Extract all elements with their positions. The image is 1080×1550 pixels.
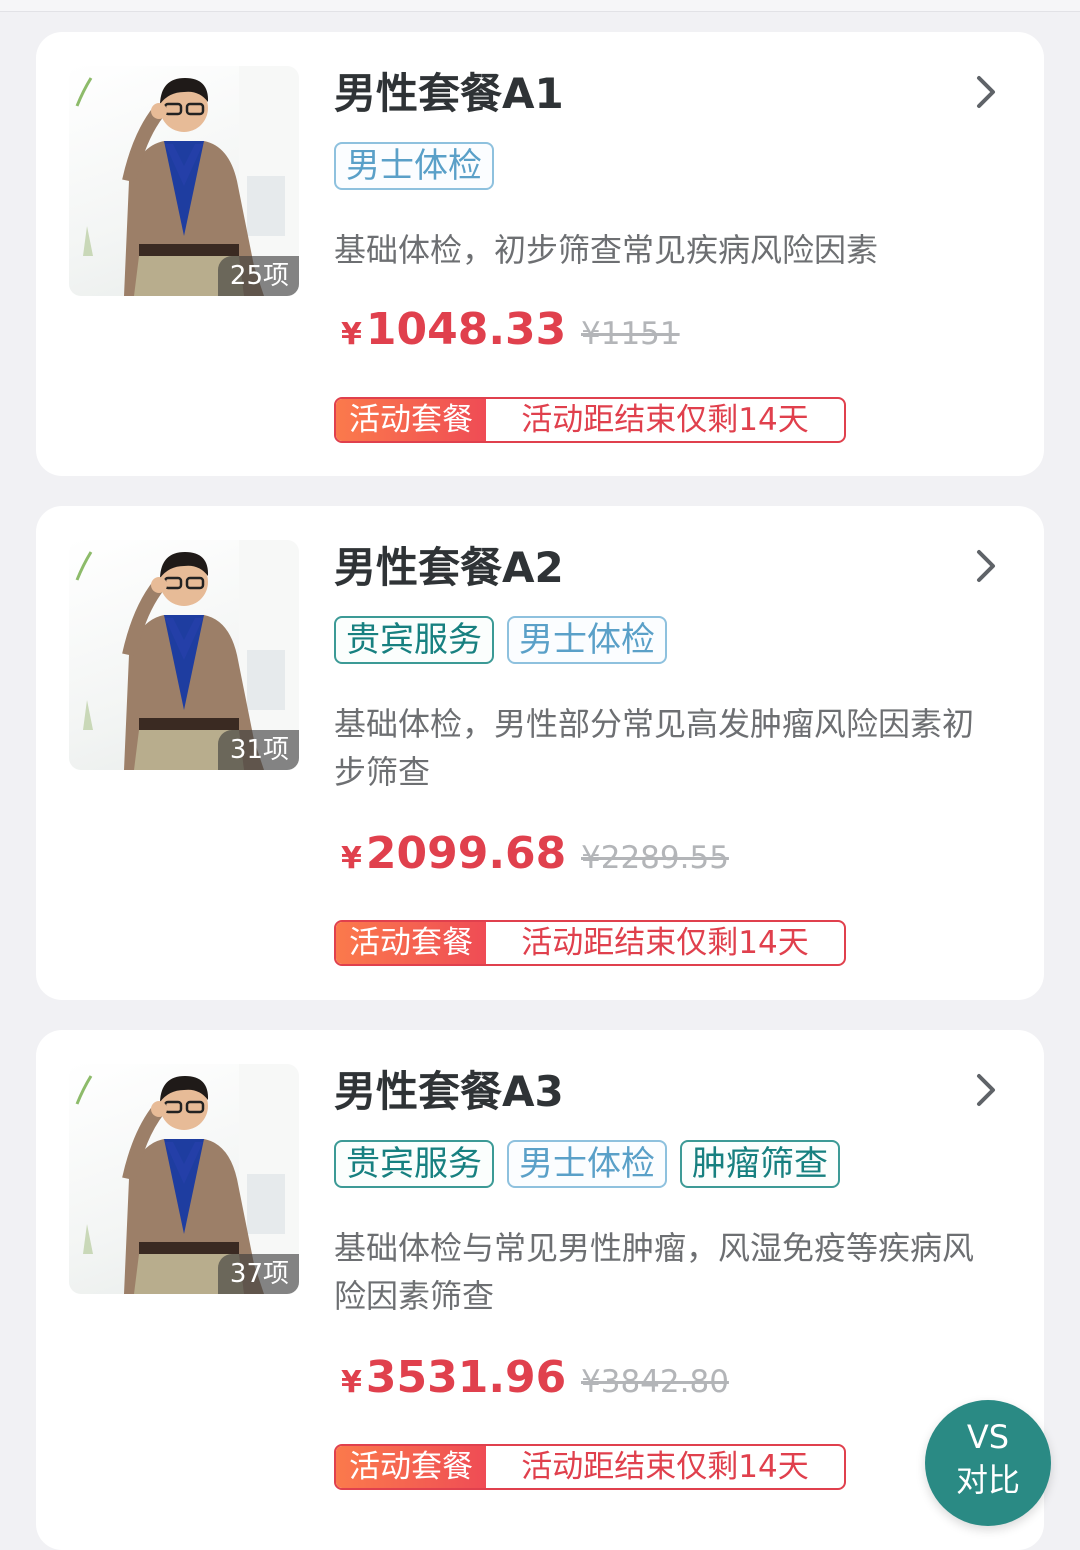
package-card[interactable]: 37项 男性套餐A3 贵宾服务 男士体检 肿瘤筛查 基础体检与常见男性肿瘤，风湿…: [36, 1030, 1044, 1550]
package-description: 基础体检与常见男性肿瘤，风湿免疫等疾病风险因素筛查: [334, 1229, 975, 1315]
top-divider: [0, 0, 1080, 12]
promo-countdown: 活动距结束仅剩14天: [521, 1449, 809, 1485]
original-price: ¥2289.55: [581, 840, 729, 876]
currency-symbol: ¥: [341, 841, 362, 876]
currency-symbol: ¥: [341, 317, 362, 352]
promo-label: 活动套餐: [336, 399, 486, 441]
current-price: ¥1048.33: [341, 304, 566, 355]
package-title[interactable]: 男性套餐A2: [334, 540, 564, 596]
price-amount: 2099.68: [365, 828, 567, 879]
package-title[interactable]: 男性套餐A3: [334, 1064, 564, 1120]
tag-mens-checkup: 男士体检: [507, 616, 667, 664]
package-image: 31项: [69, 540, 299, 770]
tag-tumor-screening: 肿瘤筛查: [680, 1140, 840, 1188]
promo-countdown: 活动距结束仅剩14天: [521, 402, 809, 438]
promo-banner: 活动套餐 活动距结束仅剩14天: [334, 397, 846, 443]
package-card[interactable]: 25项 男性套餐A1 男士体检 基础体检，初步筛查常见疾病风险因素 ¥1048.…: [36, 32, 1044, 476]
package-image: 37项: [69, 1064, 299, 1294]
tag-vip-service: 贵宾服务: [334, 1140, 494, 1188]
current-price: ¥2099.68: [341, 828, 566, 879]
tag-vip-service: 贵宾服务: [334, 616, 494, 664]
compare-vs-label: VS: [966, 1418, 1010, 1456]
original-price: ¥1151: [581, 316, 680, 352]
promo-countdown: 活动距结束仅剩14天: [521, 925, 809, 961]
package-description: 基础体检，男性部分常见高发肿瘤风险因素初步筛查: [334, 705, 975, 791]
original-price: ¥3842.80: [581, 1364, 729, 1400]
chevron-right-icon[interactable]: [971, 546, 1001, 586]
item-count-badge: 37项: [217, 1254, 299, 1294]
promo-banner: 活动套餐 活动距结束仅剩14天: [334, 920, 846, 966]
package-title[interactable]: 男性套餐A1: [334, 66, 564, 122]
price-amount: 1048.33: [365, 304, 567, 355]
currency-symbol: ¥: [341, 1365, 362, 1400]
compare-label: 对比: [955, 1461, 1020, 1499]
tag-list: 贵宾服务 男士体检: [334, 616, 667, 664]
promo-banner: 活动套餐 活动距结束仅剩14天: [334, 1444, 846, 1490]
package-image: 25项: [69, 66, 299, 296]
item-count-badge: 25项: [217, 256, 299, 296]
tag-mens-checkup: 男士体检: [334, 142, 494, 190]
compare-button[interactable]: VS 对比: [925, 1400, 1051, 1526]
chevron-right-icon[interactable]: [971, 1070, 1001, 1110]
tag-mens-checkup: 男士体检: [507, 1140, 667, 1188]
promo-label: 活动套餐: [336, 922, 486, 964]
price-amount: 3531.96: [365, 1352, 567, 1403]
package-description: 基础体检，初步筛查常见疾病风险因素: [334, 231, 879, 269]
tag-list: 贵宾服务 男士体检 肿瘤筛查: [334, 1140, 840, 1188]
item-count-badge: 31项: [217, 730, 299, 770]
promo-label: 活动套餐: [336, 1446, 486, 1488]
chevron-right-icon[interactable]: [971, 72, 1001, 112]
tag-list: 男士体检: [334, 142, 494, 190]
current-price: ¥3531.96: [341, 1352, 566, 1403]
package-card[interactable]: 31项 男性套餐A2 贵宾服务 男士体检 基础体检，男性部分常见高发肿瘤风险因素…: [36, 506, 1044, 1000]
